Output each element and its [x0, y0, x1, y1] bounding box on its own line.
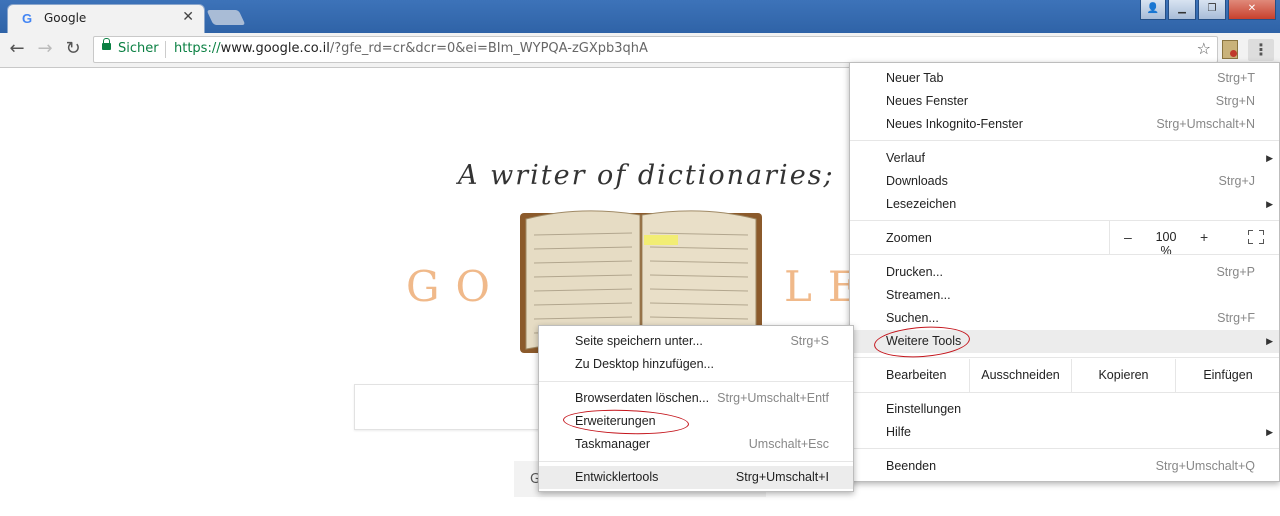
zoom-out-button[interactable]: –	[1124, 229, 1132, 245]
submenu-item-extensions[interactable]: Erweiterungen	[539, 410, 853, 433]
reload-icon[interactable]: ↻	[62, 38, 84, 59]
title-bar: G Google ✕ 👤 ▁ ❐ ✕	[0, 0, 1280, 33]
submenu-arrow-icon: ▶	[1266, 427, 1273, 437]
close-icon[interactable]: ✕	[1228, 0, 1276, 20]
forward-icon[interactable]: →	[34, 38, 56, 59]
menu-item-cast[interactable]: Streamen...	[850, 284, 1279, 307]
copy-button[interactable]: Kopieren	[1071, 359, 1175, 392]
address-bar[interactable]: Sicher https://www.google.co.il/?gfe_rd=…	[93, 36, 1218, 63]
google-favicon-icon: G	[22, 11, 33, 26]
menu-item-new-tab[interactable]: Neuer Tab Strg+T	[850, 67, 1279, 90]
menu-item-history[interactable]: Verlauf ▶	[850, 147, 1279, 170]
url-text[interactable]: https://www.google.co.il/?gfe_rd=cr&dcr=…	[174, 41, 648, 56]
menu-divider	[850, 254, 1279, 255]
edit-label: Bearbeiten	[886, 368, 947, 382]
doodle-tagline: A writer of dictionaries;	[458, 160, 835, 191]
doodle-letters-left: GO	[406, 262, 506, 311]
back-icon[interactable]: ←	[6, 38, 28, 59]
submenu-arrow-icon: ▶	[1266, 153, 1273, 163]
submenu-item-save-page[interactable]: Seite speichern unter... Strg+S	[539, 330, 853, 353]
more-tools-submenu: Seite speichern unter... Strg+S Zu Deskto…	[538, 325, 854, 492]
new-tab-button[interactable]	[206, 10, 246, 25]
menu-item-bookmarks[interactable]: Lesezeichen ▶	[850, 193, 1279, 216]
lock-icon	[102, 38, 111, 50]
tab-title: Google	[44, 11, 87, 25]
fullscreen-icon[interactable]	[1248, 230, 1264, 244]
menu-divider	[850, 357, 1279, 358]
submenu-item-task-manager[interactable]: Taskmanager Umschalt+Esc	[539, 433, 853, 456]
url-host: www.google.co.il	[220, 41, 330, 56]
menu-item-exit[interactable]: Beenden Strg+Umschalt+Q	[850, 455, 1279, 478]
menu-item-find[interactable]: Suchen... Strg+F	[850, 307, 1279, 330]
zoom-controls: – 100 % +	[1109, 221, 1280, 258]
minimize-icon[interactable]: ▁	[1168, 0, 1196, 20]
chrome-main-menu: Neuer Tab Strg+T Neues Fenster Strg+N Neue…	[849, 62, 1280, 482]
submenu-arrow-icon: ▶	[1266, 199, 1273, 209]
menu-divider	[850, 448, 1279, 449]
submenu-item-devtools[interactable]: Entwicklertools Strg+Umschalt+I	[539, 466, 853, 489]
submenu-item-clear-data[interactable]: Browserdaten löschen... Strg+Umschalt+Ent…	[539, 387, 853, 410]
secure-label: Sicher	[118, 41, 159, 56]
menu-divider	[539, 381, 853, 382]
menu-item-downloads[interactable]: Downloads Strg+J	[850, 170, 1279, 193]
menu-divider	[850, 392, 1279, 393]
menu-item-incognito[interactable]: Neues Inkognito-Fenster Strg+Umschalt+N	[850, 113, 1279, 136]
paste-button[interactable]: Einfügen	[1175, 359, 1280, 392]
restore-icon[interactable]: ❐	[1198, 0, 1226, 20]
menu-item-new-window[interactable]: Neues Fenster Strg+N	[850, 90, 1279, 113]
url-path: /?gfe_rd=cr&dcr=0&ei=BIm_WYPQA-zGXpb3qhA	[329, 41, 648, 56]
menu-item-more-tools[interactable]: Weitere Tools ▶	[850, 330, 1279, 353]
omnibox-divider	[165, 41, 166, 58]
menu-item-print[interactable]: Drucken... Strg+P	[850, 261, 1279, 284]
menu-item-settings[interactable]: Einstellungen	[850, 398, 1279, 421]
menu-divider	[539, 461, 853, 462]
chrome-menu-icon[interactable]: ⋮	[1248, 39, 1274, 61]
menu-divider	[850, 140, 1279, 141]
extension-icon[interactable]	[1222, 40, 1238, 59]
menu-item-help[interactable]: Hilfe ▶	[850, 421, 1279, 444]
cut-button[interactable]: Ausschneiden	[969, 359, 1071, 392]
bookmark-star-icon[interactable]: ☆	[1197, 39, 1211, 58]
tab-close-icon[interactable]: ✕	[182, 9, 194, 25]
zoom-in-button[interactable]: +	[1200, 229, 1208, 245]
user-icon[interactable]: 👤	[1140, 0, 1166, 20]
url-scheme: https://	[174, 41, 221, 56]
window-controls: 👤 ▁ ❐ ✕	[1140, 0, 1276, 20]
browser-tab[interactable]: G Google ✕	[8, 5, 204, 33]
submenu-arrow-icon: ▶	[1266, 336, 1273, 346]
submenu-item-add-to-desktop[interactable]: Zu Desktop hinzufügen...	[539, 353, 853, 376]
edit-row: Bearbeiten Ausschneiden Kopieren Einfüge…	[850, 359, 1279, 392]
